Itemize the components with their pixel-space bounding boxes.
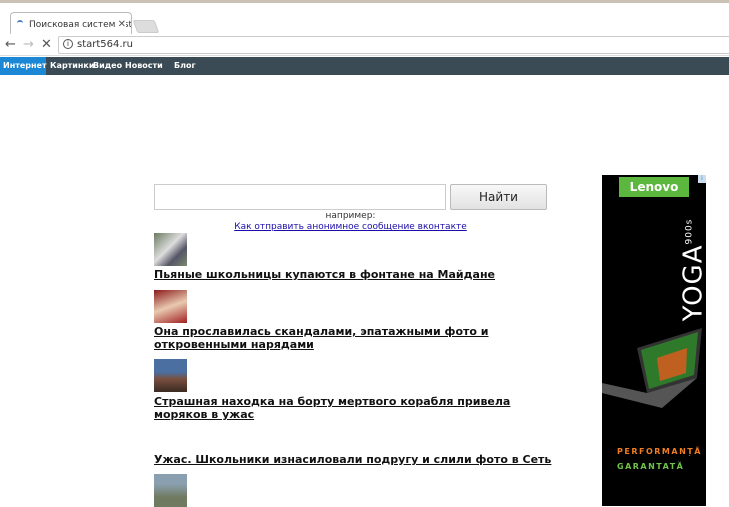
news-link[interactable]: Она прославилась скандалами, эпатажными … (154, 325, 534, 351)
product-text: YOGA (678, 244, 709, 322)
lenovo-ad[interactable]: Lenovo i YOGA900s PERFORMANȚĂ GARANTATĂ (602, 175, 708, 506)
stop-icon[interactable]: ✕ (41, 37, 52, 52)
ad-tagline-1: PERFORMANȚĂ (617, 447, 702, 456)
news-thumbnail[interactable] (154, 233, 187, 266)
lenovo-logo: Lenovo (619, 177, 689, 197)
news-link[interactable]: Пьяные школьницы купаются в фонтане на М… (154, 268, 554, 281)
forward-icon[interactable]: → (23, 37, 34, 52)
news-link[interactable]: Страшная находка на борту мертвого кораб… (154, 395, 554, 421)
search-input[interactable] (154, 184, 446, 210)
example-link[interactable]: Как отправить анонимное сообщение вконта… (154, 222, 547, 232)
browser-toolbar: ← → ✕ i start564.ru (0, 34, 729, 56)
site-menu: Интернет Картинки Видео Новости Блог (0, 57, 729, 75)
search-button[interactable]: Найти (450, 184, 547, 210)
ad-tagline-2: GARANTATĂ (617, 462, 685, 471)
news-thumbnail[interactable] (154, 474, 187, 507)
menu-internet[interactable]: Интернет (0, 57, 47, 75)
product-name: YOGA900s (678, 219, 708, 322)
news-thumbnail[interactable] (154, 359, 187, 392)
news-thumbnail[interactable] (154, 290, 187, 323)
ad-info-icon[interactable]: i (698, 175, 706, 183)
tab-bar: Поисковая система start564 ✕ (0, 3, 729, 37)
back-icon[interactable]: ← (5, 37, 16, 52)
menu-news[interactable]: Новости (125, 61, 163, 70)
menu-video[interactable]: Видео (93, 61, 122, 70)
tab-close-icon[interactable]: ✕ (114, 19, 126, 30)
url-text: start564.ru (77, 39, 134, 50)
model-text: 900s (684, 218, 695, 245)
new-tab-button[interactable] (132, 20, 160, 33)
menu-images[interactable]: Картинки (50, 61, 94, 70)
info-icon[interactable]: i (63, 39, 73, 49)
address-bar[interactable]: i start564.ru (58, 36, 729, 54)
laptop-image (602, 328, 702, 408)
example-label: например: (325, 211, 376, 221)
menu-blog[interactable]: Блог (174, 61, 196, 70)
news-link[interactable]: Ужас. Школьники изнасиловали подругу и с… (154, 453, 554, 466)
loading-icon (17, 20, 23, 26)
